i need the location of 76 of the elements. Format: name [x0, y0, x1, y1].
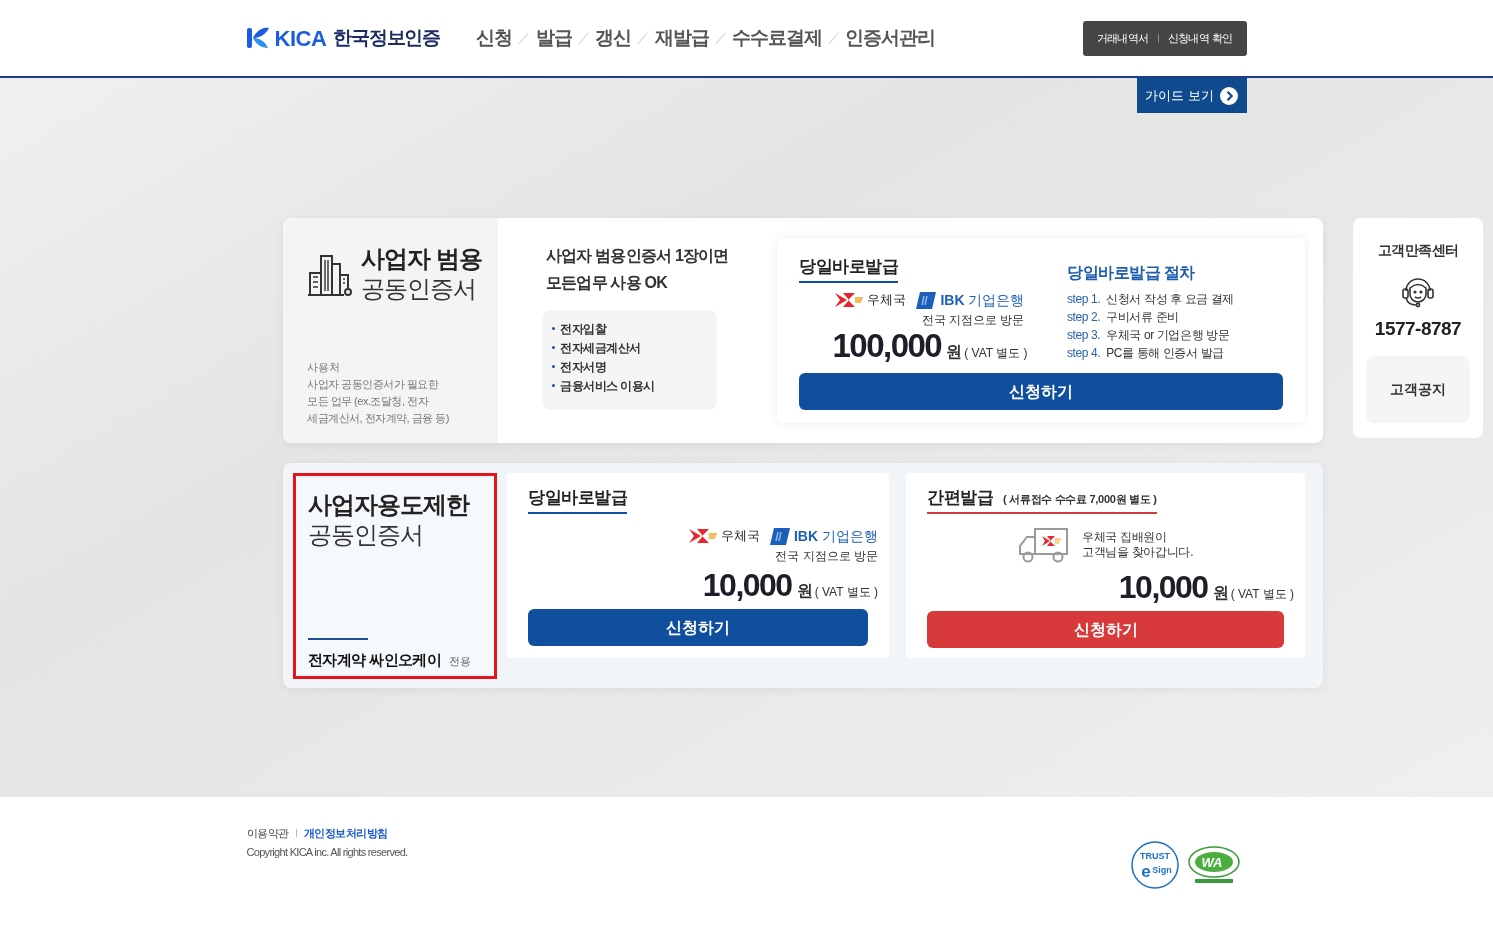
bullet-dot-icon: [552, 384, 555, 387]
bullet-dot-icon: [552, 327, 555, 330]
partner-name: 우체국: [867, 291, 907, 309]
price-unit: 원: [796, 581, 813, 601]
step-text: 신청서 작성 후 요금 결제: [1106, 291, 1234, 308]
web-accessibility-mark: WA: [1186, 845, 1241, 885]
service-note: 전용: [449, 654, 472, 669]
vat-note: ( VAT 별도 ): [1230, 586, 1294, 603]
use-item: 전자세금계산서: [560, 339, 641, 357]
bank-logo-icon: [916, 291, 937, 309]
apply-button[interactable]: 신청하기: [927, 611, 1284, 648]
courier-note: 우체국 집배원이: [1081, 530, 1168, 545]
price-amount: 10,000: [1118, 569, 1208, 605]
step-text: 우체국 or 기업은행 방문: [1106, 327, 1230, 344]
headline-text: 모든업무 사용 OK: [546, 273, 669, 293]
nav-link[interactable]: 신청: [476, 23, 512, 53]
vat-note: ( VAT 별도 ): [964, 345, 1028, 362]
product-subtitle: 공동인증서: [361, 274, 477, 304]
footer-link[interactable]: 개인정보처리방침: [303, 825, 388, 841]
use-item: 전자서명: [560, 358, 606, 376]
partner-name: IBK 기업은행: [940, 291, 1025, 309]
delivery-truck-icon: [1017, 526, 1070, 564]
nav-link[interactable]: 수수료결제: [732, 23, 822, 53]
step-number: step 2.: [1067, 309, 1101, 326]
nav-link[interactable]: 발급: [535, 23, 572, 53]
headline-text: 사업자 범용인증서 1장이면: [546, 246, 730, 266]
price-amount: 100,000: [832, 328, 942, 364]
step-text: 구비서류 준비: [1106, 309, 1179, 326]
post-office-logo-icon: [689, 528, 717, 544]
chevron-right-icon: [1219, 86, 1238, 105]
service-name: 전자계약 싸인오케이: [308, 650, 442, 670]
kica-logo-icon: [246, 27, 270, 49]
nav-link[interactable]: 갱신: [595, 23, 631, 53]
steps-title: 당일바로발급 절차: [1067, 263, 1196, 283]
usage-heading: 사용처: [307, 360, 341, 375]
partner-name: 우체국: [721, 527, 760, 545]
bullet-dot-icon: [552, 365, 555, 368]
step-number: step 1.: [1067, 291, 1101, 308]
copyright-text: Copyright KICA inc. All rights reserved.: [246, 845, 408, 860]
apply-button[interactable]: 신청하기: [528, 609, 868, 646]
customer-center-title: 고객만족센터: [1377, 241, 1459, 260]
history-link[interactable]: 거래내역서: [1096, 29, 1149, 47]
history-link[interactable]: 신청내역 확인: [1167, 29, 1233, 47]
guide-button[interactable]: 가이드 보기: [1136, 78, 1247, 113]
nav-link[interactable]: 인증서관리: [845, 23, 935, 53]
notice-button[interactable]: 고객공지: [1366, 356, 1470, 423]
visit-note: 전국 지점으로 방문: [775, 548, 878, 564]
offer-title: 당일바로발급: [799, 256, 898, 283]
offer-title-note: ( 서류접수 수수료 7,000원 별도 ): [1003, 492, 1157, 507]
footer-link[interactable]: 이용약관: [246, 825, 289, 841]
nav-link[interactable]: 재발급: [654, 23, 709, 53]
step-number: step 3.: [1067, 327, 1101, 344]
offer-title: 당일바로발급: [528, 487, 627, 509]
usage-description: 사업자 공동인증서가 필요한 모든 업무 (ex.조달청, 전자 세금계산서, 전자계약, 금융 등): [307, 377, 449, 426]
logo-brand: KICA: [274, 24, 327, 53]
bank-logo-icon: [770, 527, 790, 545]
price-unit: 원: [1212, 583, 1229, 603]
offer-title: 간편발급: [927, 487, 993, 509]
use-item: 전자입찰: [560, 320, 606, 338]
courier-note: 고객님을 찾아갑니다.: [1081, 545, 1194, 560]
post-office-logo-icon: [835, 292, 864, 308]
product-subtitle: 공동인증서: [308, 520, 424, 550]
step-text: PC를 통해 인증서 발급: [1106, 345, 1224, 362]
price-unit: 원: [946, 342, 963, 362]
phone-number: 1577-8787: [1374, 317, 1462, 341]
product-title: 사업자용도제한: [308, 490, 471, 520]
visit-note: 전국 지점으로 방문: [921, 312, 1025, 328]
apply-button[interactable]: 신청하기: [799, 373, 1283, 410]
bullet-dot-icon: [552, 346, 555, 349]
step-number: step 4.: [1067, 345, 1101, 362]
logo-name: 한국정보인증: [333, 25, 441, 50]
vat-note: ( VAT 별도 ): [814, 584, 878, 601]
product-title: 사업자 범용: [361, 244, 482, 274]
use-item: 금융서비스 이용시: [560, 377, 655, 395]
price-amount: 10,000: [702, 567, 792, 603]
partner-name: IBK 기업은행: [794, 527, 878, 545]
